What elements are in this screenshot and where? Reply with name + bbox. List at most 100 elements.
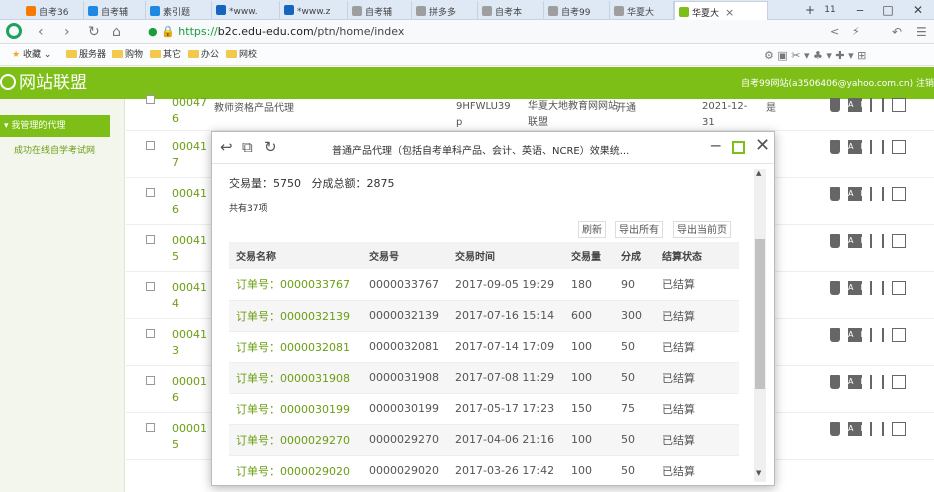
browser-tab[interactable]: 素引题 xyxy=(146,1,212,20)
image-icon[interactable] xyxy=(892,375,906,389)
ad-icon[interactable]: AD xyxy=(848,281,867,295)
image-icon[interactable] xyxy=(892,234,906,248)
column-header[interactable]: 交易量 xyxy=(564,242,614,269)
row-id[interactable]: 000016 xyxy=(172,374,208,406)
menu-icon[interactable]: ☰ xyxy=(916,23,927,41)
row-id[interactable]: 000417 xyxy=(172,139,208,171)
image-icon[interactable] xyxy=(892,281,906,295)
trash-icon[interactable] xyxy=(830,187,840,201)
stats-icon[interactable] xyxy=(870,98,884,112)
column-header[interactable]: 交易号 xyxy=(362,242,448,269)
ad-icon[interactable]: AD xyxy=(848,234,867,248)
column-header[interactable]: 交易时间 xyxy=(448,242,564,269)
trash-icon[interactable] xyxy=(830,281,840,295)
row-checkbox[interactable] xyxy=(146,329,155,338)
row-id[interactable]: 000413 xyxy=(172,327,208,359)
column-header[interactable]: 结算状态 xyxy=(655,242,739,269)
stats-icon[interactable] xyxy=(870,281,884,295)
sidebar-section-managed-agents[interactable]: ▾ 我管理的代理 xyxy=(0,115,110,137)
trash-icon[interactable] xyxy=(830,140,840,154)
ad-icon[interactable]: AD xyxy=(848,328,867,342)
forward-icon[interactable]: › xyxy=(64,23,70,41)
trash-icon[interactable] xyxy=(830,375,840,389)
bookmark-folder-other[interactable]: 其它 xyxy=(150,45,181,66)
row-checkbox[interactable] xyxy=(146,282,155,291)
ad-icon[interactable]: AD xyxy=(848,375,867,389)
minimize-icon[interactable]: ‒ xyxy=(710,136,721,156)
minimize-icon[interactable]: ‒ xyxy=(846,0,874,20)
lightning-icon[interactable]: ⚡ xyxy=(852,23,860,41)
column-header[interactable]: 分成 xyxy=(614,242,655,269)
trash-icon[interactable] xyxy=(830,422,840,436)
browser-tab[interactable]: 华夏大 × xyxy=(674,1,768,20)
bookmark-folder-school[interactable]: 网校 xyxy=(226,45,257,66)
order-link[interactable]: 订单号：0000030199 xyxy=(229,393,362,425)
ad-icon[interactable]: AD xyxy=(848,422,867,436)
undo-icon[interactable]: ↩ xyxy=(220,138,233,156)
row-checkbox[interactable] xyxy=(146,141,155,150)
scroll-up-icon[interactable]: ▲ xyxy=(756,169,761,177)
close-icon[interactable]: ✕ xyxy=(755,136,770,156)
toolbar-extensions-icon[interactable]: ⚙ ▣ ✂ ▾ ♣ ▾ ✚ ▾ ⊞ xyxy=(764,45,866,66)
bookmark-folder-shopping[interactable]: 购物 xyxy=(112,45,143,66)
image-icon[interactable] xyxy=(892,140,906,154)
tab-count-badge[interactable]: 11 xyxy=(816,0,844,20)
trash-icon[interactable] xyxy=(830,328,840,342)
browser-tab[interactable]: 自考辅 xyxy=(348,1,412,20)
sidebar-item-agent[interactable]: 成功在线自学考试网 xyxy=(14,143,95,156)
stats-icon[interactable] xyxy=(870,375,884,389)
row-checkbox[interactable] xyxy=(146,423,155,432)
order-link[interactable]: 订单号：0000029270 xyxy=(229,424,362,456)
dialog-scrollbar[interactable]: ▲ ▼ xyxy=(754,169,766,482)
browser-tab[interactable]: 自考本 xyxy=(478,1,544,20)
stats-icon[interactable] xyxy=(870,328,884,342)
home-icon[interactable]: ⌂ xyxy=(112,23,121,41)
order-link[interactable]: 订单号：0000029020 xyxy=(229,455,362,485)
logout-link[interactable]: 注销 xyxy=(916,79,934,89)
row-checkbox[interactable] xyxy=(146,235,155,244)
close-tab-icon[interactable]: × xyxy=(725,6,734,19)
maximize-icon[interactable]: □ xyxy=(874,0,902,20)
bookmark-favorites[interactable]: ★ 收藏 ⌄ xyxy=(12,45,51,66)
row-id[interactable]: 000416 xyxy=(172,186,208,218)
order-link[interactable]: 订单号：0000031908 xyxy=(229,362,362,394)
trash-icon[interactable] xyxy=(830,98,840,112)
share-icon[interactable]: < xyxy=(830,23,839,41)
scrollbar-thumb[interactable] xyxy=(755,239,765,389)
export-all-button[interactable]: 导出所有 xyxy=(615,221,663,238)
user-account-link[interactable]: 自考99网站(a3506406@yahoo.com.cn) xyxy=(741,79,913,89)
close-window-icon[interactable]: ✕ xyxy=(904,0,932,20)
browser-tab[interactable]: *www. xyxy=(212,1,280,20)
browser-tab[interactable]: 自考辅 xyxy=(84,1,146,20)
row-id[interactable]: 000476 xyxy=(172,95,208,127)
row-id[interactable]: 000415 xyxy=(172,233,208,265)
undo-icon[interactable]: ↶ xyxy=(892,23,902,41)
row-id[interactable]: 000414 xyxy=(172,280,208,312)
refresh-button[interactable]: 刷新 xyxy=(578,221,606,238)
maximize-icon[interactable] xyxy=(732,141,745,154)
image-icon[interactable] xyxy=(892,98,906,112)
bookmark-folder-office[interactable]: 办公 xyxy=(188,45,219,66)
browser-tab[interactable]: 自考99 xyxy=(544,1,610,20)
bookmark-folder-servers[interactable]: 服务器 xyxy=(66,45,106,66)
order-link[interactable]: 订单号：0000032081 xyxy=(229,331,362,363)
export-page-button[interactable]: 导出当前页 xyxy=(673,221,731,238)
refresh-icon[interactable]: ↻ xyxy=(88,23,100,41)
row-checkbox[interactable] xyxy=(146,188,155,197)
copy-icon[interactable]: ⧉ xyxy=(242,138,253,156)
row-id[interactable]: 000015 xyxy=(172,421,208,453)
stats-icon[interactable] xyxy=(870,187,884,201)
ad-icon[interactable]: AD xyxy=(848,98,867,112)
refresh-icon[interactable]: ↻ xyxy=(264,138,277,156)
stats-icon[interactable] xyxy=(870,140,884,154)
order-link[interactable]: 订单号：0000033767 xyxy=(229,269,362,301)
ad-icon[interactable]: AD xyxy=(848,140,867,154)
browser-tab[interactable]: *www.z xyxy=(280,1,348,20)
row-checkbox[interactable] xyxy=(146,376,155,385)
row-checkbox[interactable] xyxy=(146,95,155,104)
scroll-down-icon[interactable]: ▼ xyxy=(756,469,761,477)
image-icon[interactable] xyxy=(892,422,906,436)
ad-icon[interactable]: AD xyxy=(848,187,867,201)
url-input[interactable]: ● 🔒 https://b2c.edu-edu.com/ptn/home/ind… xyxy=(148,23,748,41)
browser-tab[interactable]: 拼多多 xyxy=(412,1,478,20)
